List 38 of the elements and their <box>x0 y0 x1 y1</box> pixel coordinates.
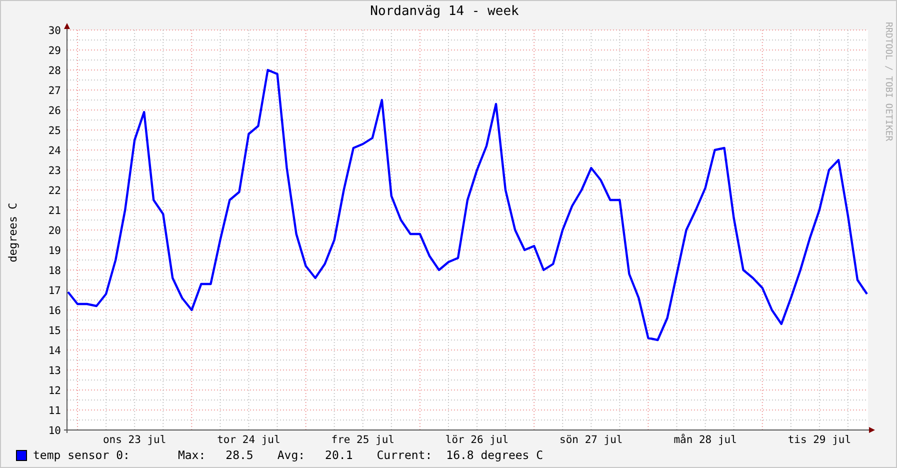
tick-label: mån 28 jul <box>674 434 737 445</box>
tick-label: 16 <box>48 305 61 317</box>
tick-label: ons 23 jul <box>102 434 166 445</box>
tick-label: 25 <box>48 125 61 137</box>
tick-label: 26 <box>48 105 61 117</box>
tick-label: fre 25 jul <box>331 434 394 445</box>
tick-label: 22 <box>48 185 61 197</box>
legend-value: 28.5 <box>226 448 254 462</box>
tick-label: 10 <box>48 425 61 437</box>
tick-label: 29 <box>48 45 61 57</box>
tick-label: tis 29 jul <box>788 434 852 445</box>
chart-title: Nordanväg 14 - week <box>369 3 520 20</box>
tick-label: 11 <box>48 405 61 417</box>
tick-label: 17 <box>48 285 61 297</box>
tick-label: 15 <box>48 325 61 337</box>
tick-label: 13 <box>48 365 61 377</box>
tick-label: sön 27 jul <box>560 434 623 445</box>
legend-value: 20.1 <box>325 448 353 462</box>
tick-label: 27 <box>48 85 61 97</box>
tick-label: 24 <box>48 145 61 157</box>
legend-label: temp sensor 0: <box>33 448 130 462</box>
tick-label: 12 <box>48 385 61 397</box>
tick-label: 20 <box>48 225 61 237</box>
tick-label: 21 <box>48 205 61 217</box>
y-axis-label: degrees C <box>6 202 20 262</box>
legend-value: 16.8 degrees C <box>446 448 544 462</box>
tick-label: 23 <box>48 165 61 177</box>
tick-label: 14 <box>48 345 61 357</box>
legend-text: Max: <box>178 448 206 462</box>
tick-label: 28 <box>48 65 61 77</box>
signature-text: RRDTOOL / TOBI OETIKER <box>883 22 893 142</box>
legend-text: Avg: <box>277 448 306 462</box>
tick-label: tor 24 jul <box>217 434 280 445</box>
tick-label: 19 <box>48 245 61 257</box>
legend-text: Current: <box>376 448 432 462</box>
tick-label: lör 26 jul <box>445 434 509 445</box>
tick-label: 18 <box>48 265 61 277</box>
tick-label: 30 <box>48 25 61 37</box>
